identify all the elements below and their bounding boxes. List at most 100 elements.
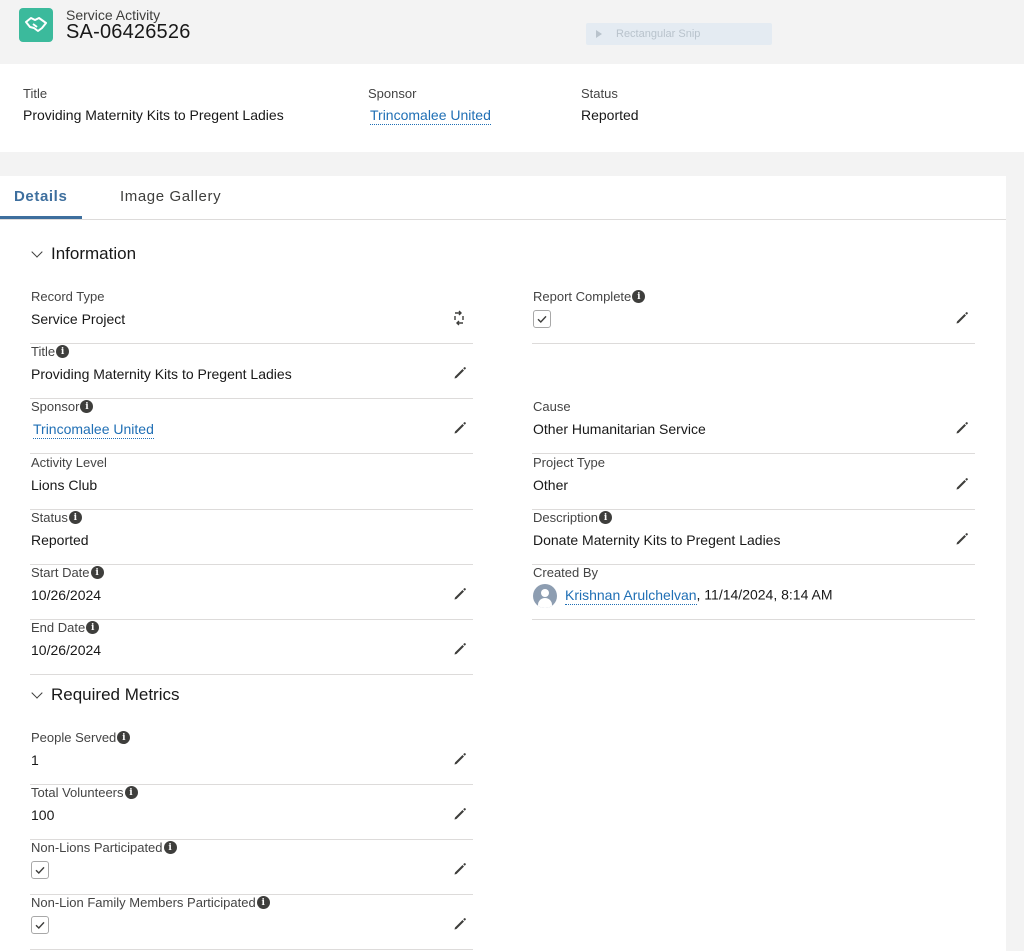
field-value: Other Humanitarian Service — [533, 421, 706, 437]
info-icon[interactable]: i — [56, 345, 70, 358]
field-label: Non-Lions Participated — [31, 840, 163, 855]
field-value: Other — [533, 477, 569, 493]
edit-pencil-icon[interactable] — [955, 311, 969, 325]
highlight-sponsor: Sponsor Trincomalee United — [368, 86, 491, 125]
field-label: People Served — [31, 730, 117, 745]
field-total-volunteers: Total Volunteers i 100 — [30, 785, 473, 840]
field-record-type: Record Type Service Project — [30, 289, 473, 344]
field-label: Project Type — [533, 455, 606, 470]
info-icon[interactable]: i — [68, 511, 82, 524]
field-value: Service Project — [31, 311, 126, 327]
edit-pencil-icon[interactable] — [453, 807, 467, 821]
field-value: Reported — [31, 532, 89, 548]
field-non-lions-participated: Non-Lions Participated i — [30, 840, 473, 895]
info-icon[interactable]: i — [599, 511, 613, 524]
field-label: Status — [31, 510, 68, 525]
checkmark-icon — [34, 919, 46, 931]
field-start-date: Start Date i 10/26/2024 — [30, 565, 473, 620]
change-record-type-icon[interactable] — [451, 310, 467, 326]
checkmark-icon — [536, 313, 548, 325]
field-project-type: Project Type Other — [532, 455, 975, 510]
info-icon[interactable]: i — [256, 896, 270, 909]
sponsor-link[interactable]: Trincomalee United — [33, 421, 154, 439]
highlight-status-value: Reported — [581, 107, 639, 123]
report-complete-checkbox[interactable] — [533, 310, 551, 328]
tab-details[interactable]: Details — [14, 188, 67, 205]
field-value: 10/26/2024 — [31, 587, 102, 603]
edit-pencil-icon[interactable] — [453, 421, 467, 435]
highlight-title-value: Providing Maternity Kits to Pregent Ladi… — [23, 107, 284, 123]
record-header: Service Activity SA-06426526 Rectangular… — [0, 0, 1024, 62]
record-name: SA-06426526 — [66, 21, 191, 43]
field-non-lion-family-members-participated: Non-Lion Family Members Participated i — [30, 895, 473, 950]
field-label: Description — [533, 510, 599, 525]
tab-image-gallery[interactable]: Image Gallery — [120, 188, 221, 205]
edit-pencil-icon[interactable] — [453, 366, 467, 380]
edit-pencil-icon[interactable] — [955, 477, 969, 491]
field-value: 100 — [31, 807, 55, 823]
field-label: Activity Level — [31, 455, 107, 470]
detail-card: Details Image Gallery Information Record… — [0, 176, 1006, 951]
field-end-date: End Date i 10/26/2024 — [30, 620, 473, 675]
field-value: Lions Club — [31, 477, 98, 493]
field-value: 10/26/2024 — [31, 642, 102, 658]
field-label: Record Type — [31, 289, 105, 304]
highlight-status: Status Reported — [581, 86, 639, 123]
snip-label: Rectangular Snip — [616, 28, 701, 40]
edit-pencil-icon[interactable] — [453, 642, 467, 656]
highlight-sponsor-link[interactable]: Trincomalee United — [370, 107, 491, 125]
field-label: End Date — [31, 620, 86, 635]
chevron-down-icon — [31, 245, 43, 258]
info-icon[interactable]: i — [86, 621, 100, 634]
created-by-user-link[interactable]: Krishnan Arulchelvan — [565, 586, 697, 605]
chevron-down-icon — [31, 686, 43, 699]
rectangular-snip-overlay[interactable]: Rectangular Snip — [586, 23, 772, 45]
info-icon[interactable]: i — [163, 841, 177, 854]
field-created-by: Created By Krishnan Arulchelvan, 11/14/2… — [532, 565, 975, 620]
field-label: Created By — [533, 565, 599, 580]
highlight-status-label: Status — [581, 86, 618, 101]
edit-pencil-icon[interactable] — [453, 862, 467, 876]
field-label: Report Complete — [533, 289, 632, 304]
field-status: Status i Reported — [30, 510, 473, 565]
field-label: Title — [31, 344, 56, 359]
active-tab-indicator — [0, 216, 82, 219]
field-sponsor: Sponsor i Trincomalee United — [30, 399, 473, 454]
highlights-panel: Title Providing Maternity Kits to Pregen… — [0, 64, 1024, 152]
edit-pencil-icon[interactable] — [453, 917, 467, 931]
section-information-header[interactable]: Information — [30, 244, 136, 264]
field-label: Total Volunteers — [31, 785, 124, 800]
highlight-title: Title Providing Maternity Kits to Pregen… — [23, 86, 284, 123]
field-report-complete: Report Complete i — [532, 289, 975, 344]
play-icon — [596, 30, 602, 38]
highlight-sponsor-label: Sponsor — [368, 86, 417, 101]
edit-pencil-icon[interactable] — [453, 587, 467, 601]
tab-bar: Details Image Gallery — [0, 176, 1006, 220]
checkmark-icon — [34, 864, 46, 876]
field-title: Title i Providing Maternity Kits to Prege… — [30, 344, 473, 399]
edit-pencil-icon[interactable] — [453, 752, 467, 766]
non-lion-family-checkbox[interactable] — [31, 916, 49, 934]
field-people-served: People Served i 1 — [30, 730, 473, 785]
info-icon[interactable]: i — [117, 731, 131, 744]
handshake-icon — [19, 8, 53, 42]
field-value: Donate Maternity Kits to Pregent Ladies — [533, 532, 781, 548]
field-label: Cause — [533, 399, 571, 414]
field-value: 1 — [31, 752, 39, 768]
field-activity-level: Activity Level Lions Club — [30, 455, 473, 510]
field-label: Start Date — [31, 565, 90, 580]
non-lions-participated-checkbox[interactable] — [31, 861, 49, 879]
field-value: Providing Maternity Kits to Pregent Ladi… — [31, 366, 292, 382]
info-icon[interactable]: i — [632, 290, 646, 303]
field-label: Sponsor — [31, 399, 80, 414]
info-icon[interactable]: i — [124, 786, 138, 799]
edit-pencil-icon[interactable] — [955, 421, 969, 435]
info-icon[interactable]: i — [90, 566, 104, 579]
edit-pencil-icon[interactable] — [955, 532, 969, 546]
section-information-title: Information — [51, 244, 137, 263]
section-required-metrics-title: Required Metrics — [51, 685, 180, 704]
highlight-title-label: Title — [23, 86, 48, 101]
info-icon[interactable]: i — [80, 400, 94, 413]
created-by-timestamp: , 11/14/2024, 8:14 AM — [696, 586, 833, 603]
section-required-metrics-header[interactable]: Required Metrics — [30, 685, 180, 705]
